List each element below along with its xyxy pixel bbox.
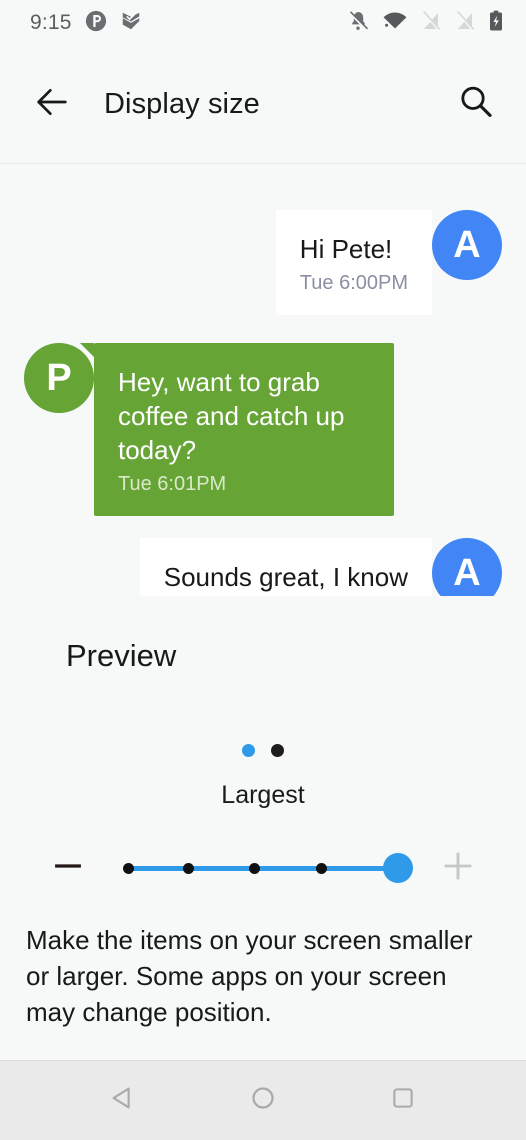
status-bar-right: [346, 9, 504, 38]
nav-recents-button[interactable]: [375, 1073, 431, 1129]
message-timestamp: Tue 6:00PM: [299, 272, 408, 294]
android-navigation-bar: [0, 1060, 526, 1140]
preview-chat-pane: Hi Pete! Tue 6:00PM A P Hey, want to gra…: [0, 164, 526, 596]
slider-track: [128, 865, 398, 871]
plus-icon: [440, 848, 476, 889]
nav-back-triangle-icon: [108, 1083, 138, 1118]
slider-tick[interactable]: [315, 862, 327, 874]
display-size-screen: 9:15 Display size Hi Pete! Tue 6:00PM A …: [0, 0, 526, 1140]
minus-icon: [50, 848, 86, 889]
search-button[interactable]: [452, 81, 500, 129]
signal-empty-icon: [420, 9, 442, 38]
slider-tick[interactable]: [123, 862, 134, 874]
battery-charging-icon: [488, 9, 504, 38]
page-dot-active[interactable]: [242, 744, 255, 757]
message-bubble: Hey, want to grab coffee and catch up to…: [80, 343, 394, 516]
message-text: Hey, want to grab coffee and catch up to…: [118, 367, 345, 465]
status-bar-left: 9:15: [30, 10, 142, 37]
display-size-value-label: Largest: [221, 781, 305, 809]
arrow-left-icon: [32, 82, 72, 127]
decrease-size-button[interactable]: [40, 840, 96, 896]
pocketcasts-p-icon: [85, 10, 107, 37]
nav-home-button[interactable]: [235, 1073, 291, 1129]
check-flag-icon: [120, 10, 142, 37]
avatar: A: [432, 538, 502, 596]
nav-home-circle-icon: [248, 1083, 278, 1118]
chat-message: Hi Pete! Tue 6:00PM A: [0, 210, 526, 315]
slider-thumb[interactable]: [383, 853, 413, 883]
page-dot-inactive[interactable]: [271, 744, 284, 757]
app-bar: Display size: [0, 46, 526, 164]
chat-message: P Hey, want to grab coffee and catch up …: [0, 343, 526, 516]
notifications-off-icon: [346, 9, 370, 38]
bubble-tail: [80, 343, 94, 357]
nav-recents-square-icon: [389, 1084, 417, 1117]
nav-back-button[interactable]: [95, 1073, 151, 1129]
increase-size-button[interactable]: [430, 840, 486, 896]
message-timestamp: Tue 6:01PM: [118, 473, 227, 495]
signal-empty-icon: [454, 9, 476, 38]
display-size-description: Make the items on your screen smaller or…: [26, 925, 473, 1027]
status-bar-clock: 9:15: [30, 11, 72, 34]
display-size-slider-row: [0, 840, 526, 896]
slider-tick[interactable]: [249, 862, 261, 874]
chat-message: Sounds great, I know A: [0, 538, 526, 596]
avatar: A: [432, 210, 502, 280]
page-title: Display size: [104, 88, 260, 120]
message-text: Hi Pete!: [299, 234, 393, 264]
message-text: Sounds great, I know: [163, 562, 408, 592]
status-bar: 9:15: [0, 0, 526, 46]
message-bubble: Hi Pete! Tue 6:00PM: [275, 210, 432, 315]
preview-heading: Preview: [66, 638, 177, 673]
message-bubble: Sounds great, I know: [139, 538, 432, 596]
search-icon: [456, 82, 496, 127]
back-button[interactable]: [28, 81, 76, 129]
wifi-icon: [382, 9, 408, 38]
slider-tick[interactable]: [182, 862, 194, 874]
page-indicator: [0, 744, 526, 757]
display-size-slider[interactable]: [106, 840, 420, 896]
